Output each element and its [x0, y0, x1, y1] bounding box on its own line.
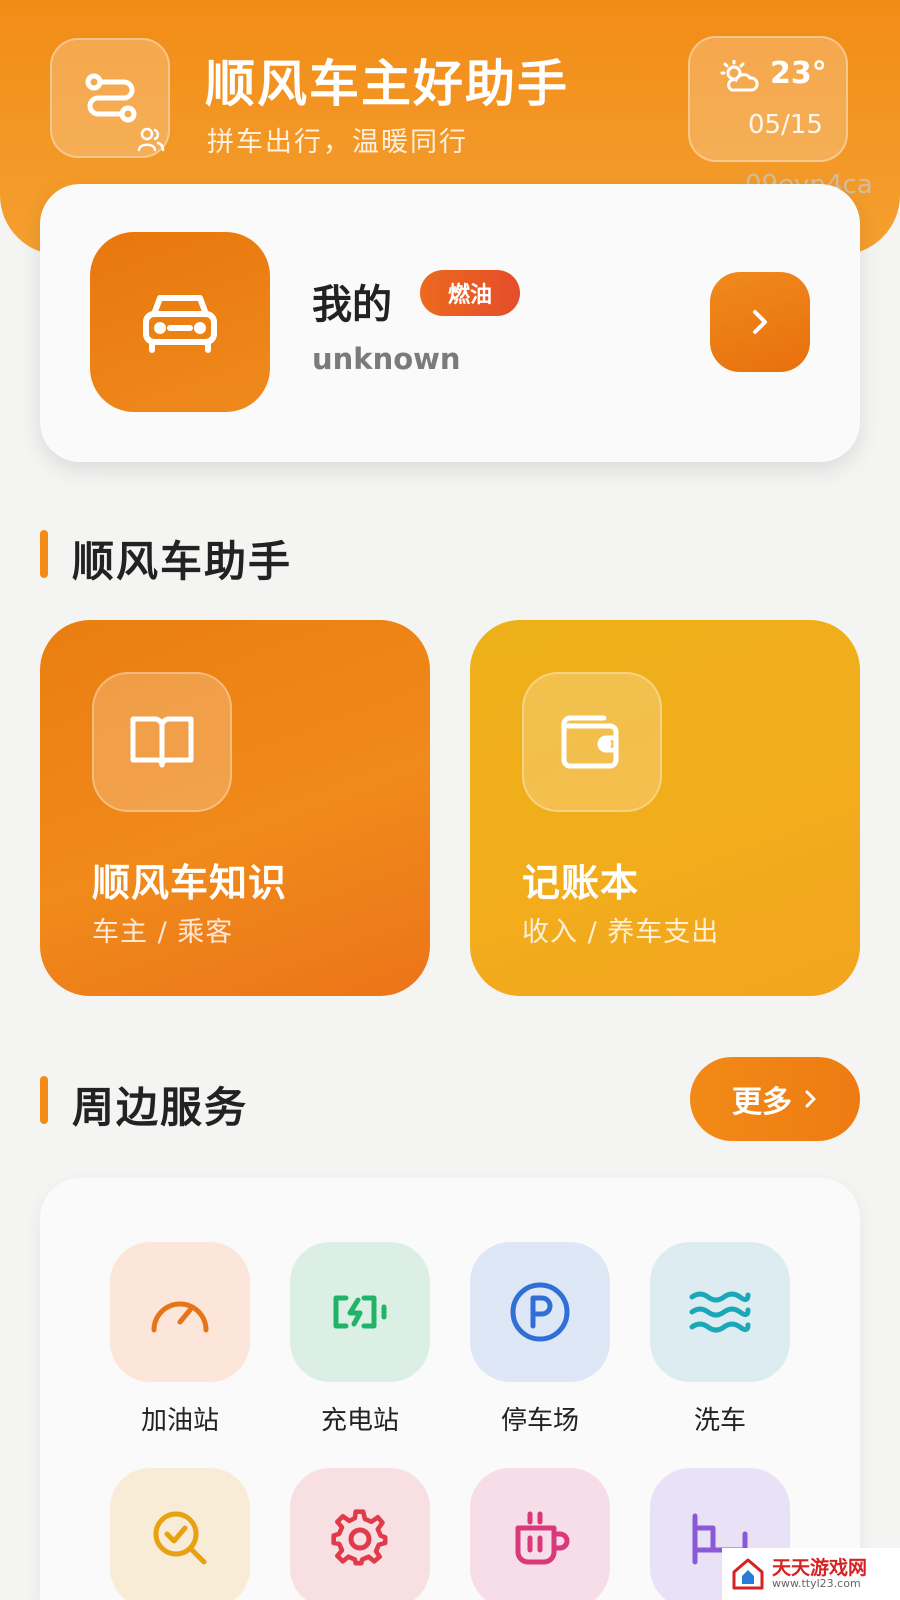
app-title: 顺风车主好助手: [205, 55, 569, 113]
service-tile: [650, 1242, 790, 1382]
profile-arrow-button[interactable]: [710, 272, 810, 372]
service-tile: [110, 1242, 250, 1382]
knowledge-card[interactable]: 顺风车知识 车主 / 乘客: [40, 620, 430, 996]
app-logo: [50, 38, 170, 158]
house-logo-icon: [732, 1558, 764, 1590]
charging-battery-icon: [333, 1295, 387, 1329]
service-label: 充电站: [320, 1406, 399, 1436]
ledger-card-subtitle: 收入 / 养车支出: [522, 917, 720, 948]
parking-icon: [510, 1282, 570, 1342]
section-accent-bar: [40, 1076, 48, 1124]
services-panel: 加油站 充电站 停车场 洗车: [40, 1178, 860, 1600]
section-accent-bar: [40, 530, 48, 578]
service-tile: [470, 1242, 610, 1382]
fuel-type-badge: 燃油: [420, 270, 520, 316]
service-car-wash[interactable]: 洗车: [650, 1242, 790, 1442]
profile-plate: unknown: [312, 342, 461, 376]
knowledge-card-subtitle: 车主 / 乘客: [92, 917, 234, 948]
profile-card[interactable]: 我的 燃油 unknown: [40, 184, 860, 462]
gear-icon: [331, 1509, 388, 1566]
ledger-card[interactable]: 记账本 收入 / 养车支出: [470, 620, 860, 996]
chevron-right-icon: [805, 1090, 816, 1108]
chevron-right-icon: [753, 310, 767, 334]
service-cafe[interactable]: [470, 1468, 610, 1600]
app-page: 顺风车主好助手 拼车出行，温暖同行 23° 05/15 09eyn4ca 我的 …: [0, 0, 900, 1600]
more-services-button[interactable]: 更多: [690, 1057, 860, 1141]
weather-date: 05/15: [748, 110, 823, 140]
more-button-label: 更多: [732, 1085, 792, 1120]
app-subtitle: 拼车出行，温暖同行: [207, 127, 468, 158]
car-avatar: [90, 232, 270, 412]
knowledge-icon-box: [92, 672, 232, 812]
service-tile: [470, 1468, 610, 1600]
book-icon: [130, 716, 194, 768]
service-maintenance[interactable]: [290, 1468, 430, 1600]
weather-widget[interactable]: 23° 05/15: [688, 36, 848, 162]
profile-name: 我的: [312, 282, 392, 328]
coffee-cup-icon: [515, 1511, 570, 1565]
site-watermark: 天天游戏网 www.ttyl23.com: [722, 1548, 900, 1600]
service-label: 加油站: [140, 1406, 219, 1436]
ledger-icon-box: [522, 672, 662, 812]
speedometer-icon: [151, 1301, 209, 1333]
wallet-icon: [561, 715, 619, 769]
service-parking[interactable]: 停车场: [470, 1242, 610, 1442]
knowledge-card-title: 顺风车知识: [92, 861, 288, 905]
watermark-site-url: www.ttyl23.com: [772, 1577, 861, 1590]
service-inspection[interactable]: [110, 1468, 250, 1600]
weather-temperature: 23°: [770, 56, 827, 91]
people-icon: [137, 127, 165, 152]
service-tile: [290, 1468, 430, 1600]
service-label: 停车场: [500, 1406, 579, 1436]
partly-sunny-icon: [720, 60, 759, 92]
watermark-site-name: 天天游戏网: [772, 1557, 868, 1579]
service-tile: [290, 1242, 430, 1382]
waves-icon: [689, 1291, 751, 1333]
ledger-card-title: 记账本: [522, 861, 640, 905]
car-icon: [143, 295, 217, 353]
service-label: 洗车: [693, 1406, 746, 1436]
services-section-title: 周边服务: [72, 1083, 249, 1132]
route-icon: [85, 73, 137, 123]
assistant-section-title: 顺风车助手: [72, 537, 293, 586]
service-charging-station[interactable]: 充电站: [290, 1242, 430, 1442]
search-check-icon: [153, 1511, 207, 1565]
service-gas-station[interactable]: 加油站: [110, 1242, 250, 1442]
service-tile: [110, 1468, 250, 1600]
